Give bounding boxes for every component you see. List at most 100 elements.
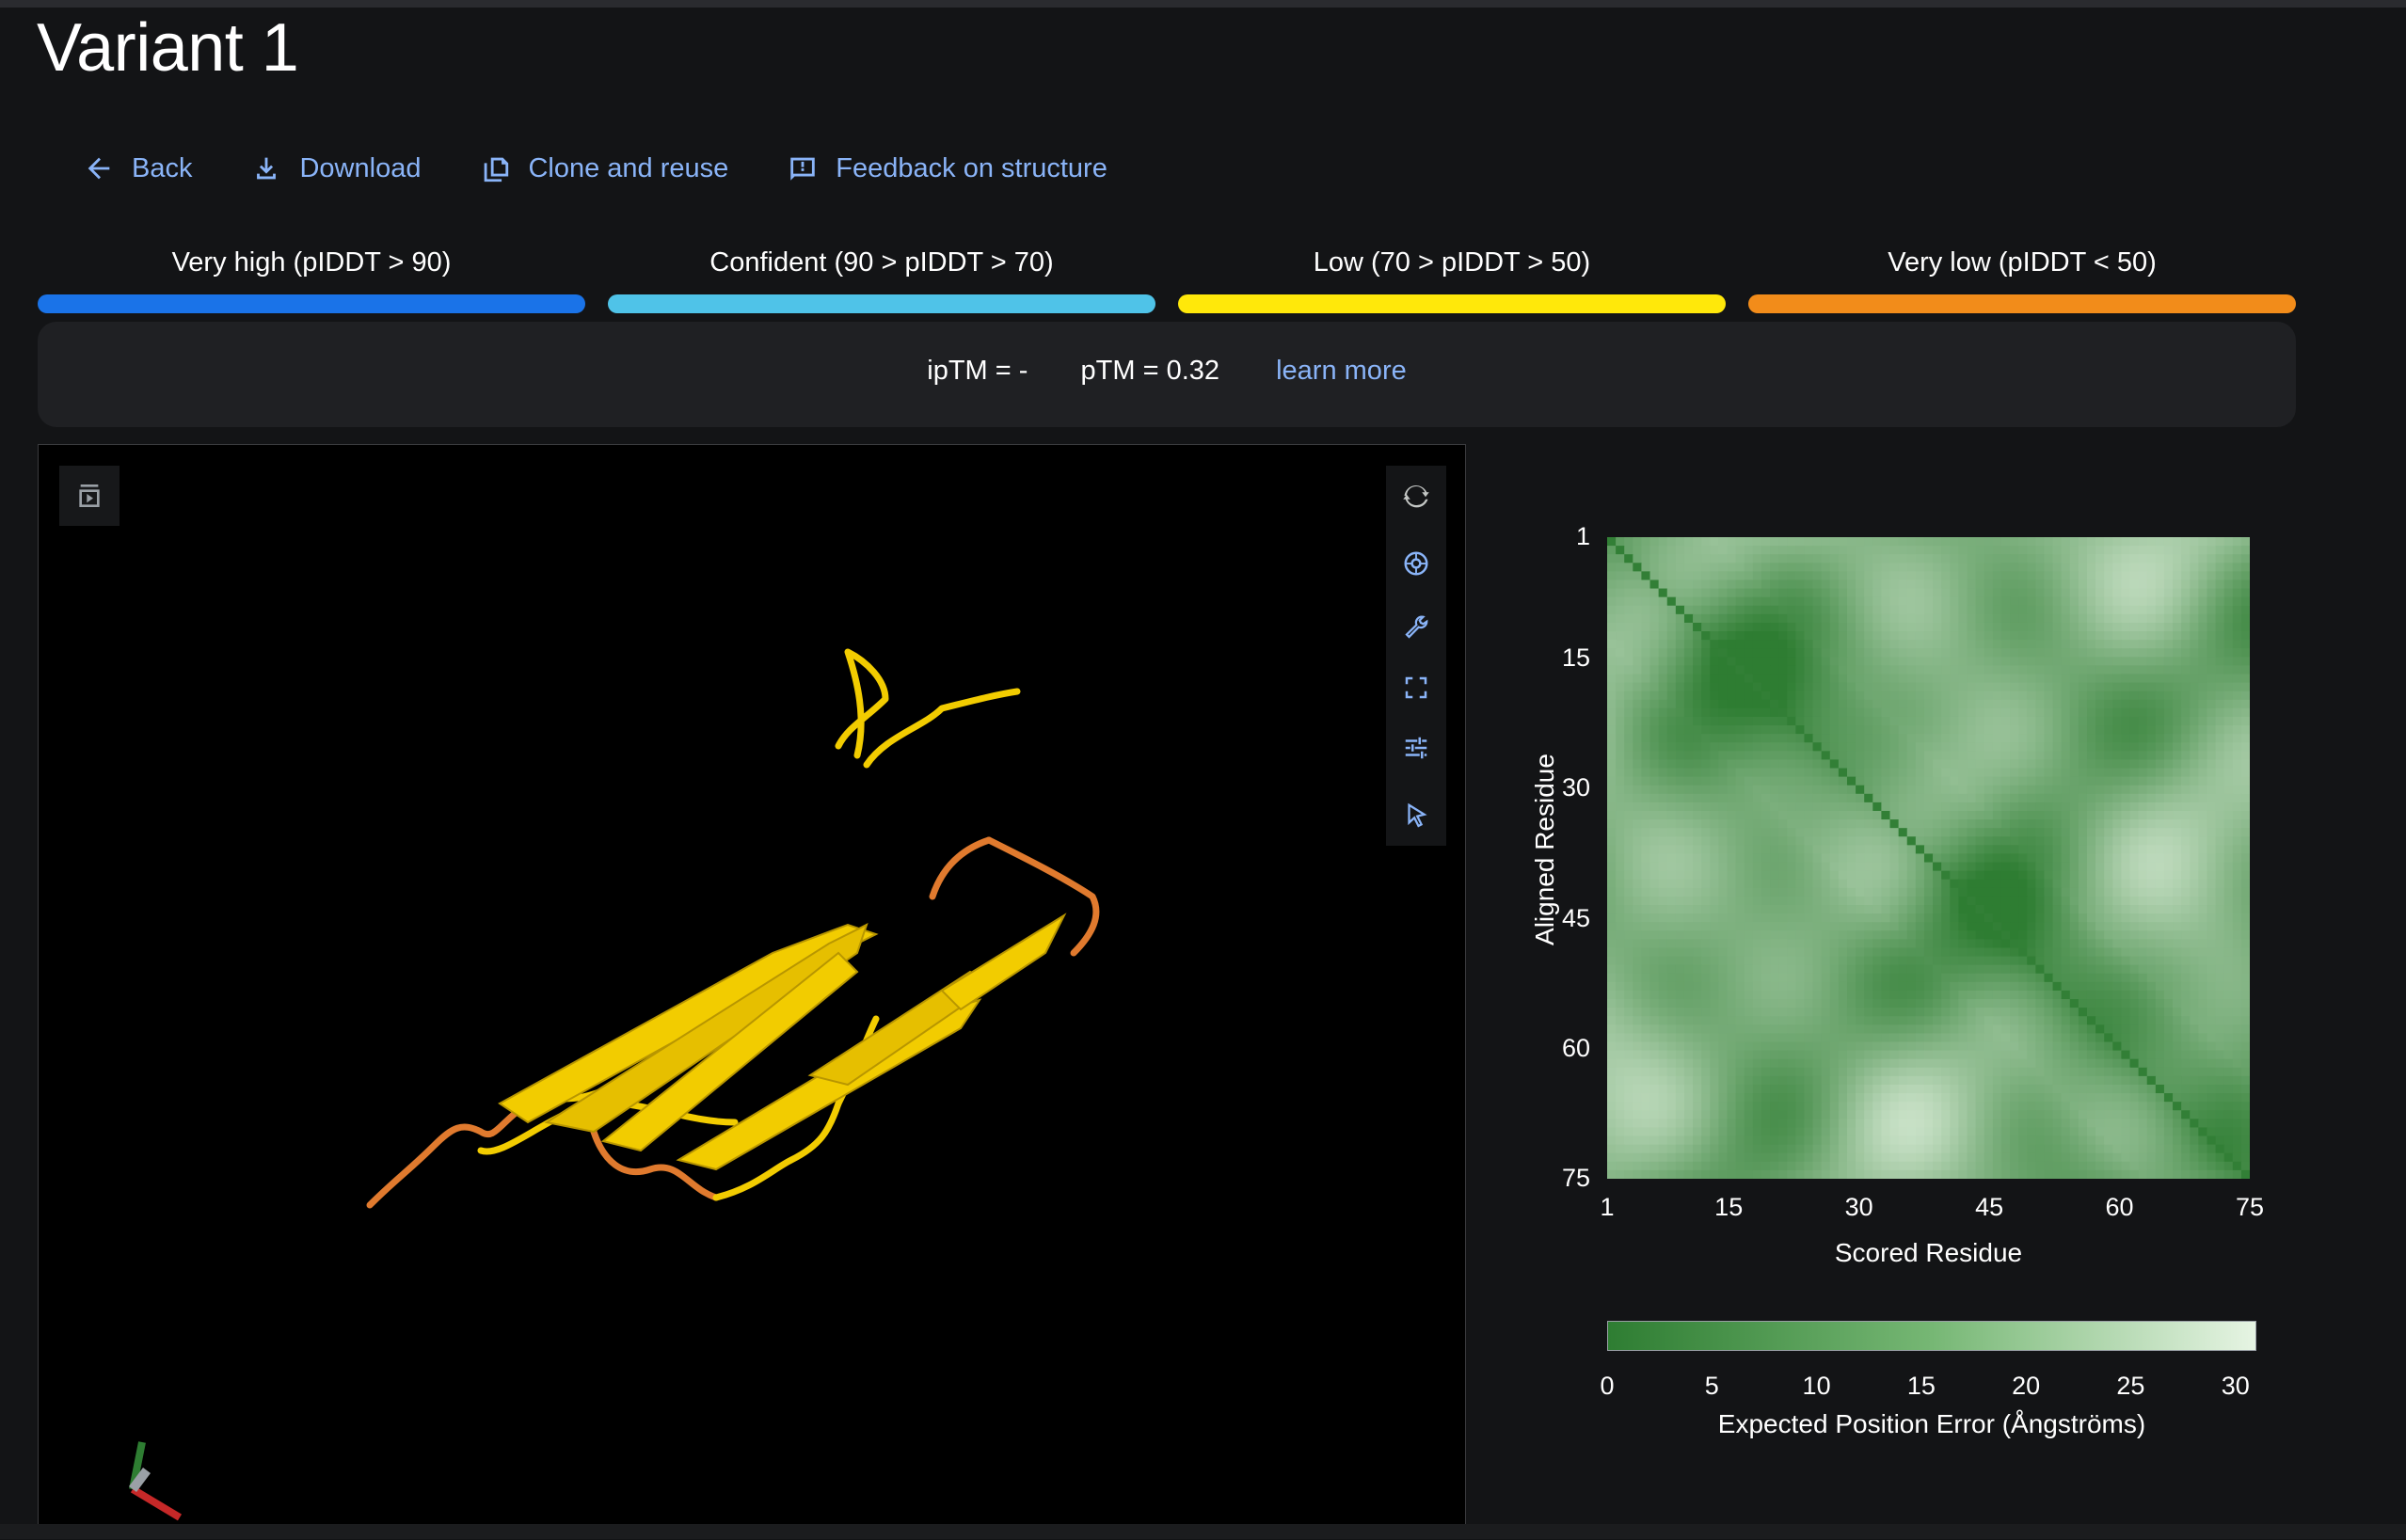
- heatmap-cell: [2027, 786, 2036, 795]
- heatmap-cell: [1907, 537, 1917, 547]
- back-button[interactable]: Back: [83, 152, 192, 184]
- heatmap-cell: [1847, 648, 1856, 658]
- heatmap-cell: [2001, 1051, 2011, 1060]
- heatmap-cell: [1847, 1016, 1856, 1025]
- heatmap-cell: [1822, 957, 1831, 966]
- heatmap-cell: [1659, 777, 1668, 786]
- heatmap-cell: [1933, 1033, 1942, 1042]
- heatmap-cell: [2018, 786, 2028, 795]
- heatmap-cell: [1822, 571, 1831, 580]
- heatmap-cell: [1899, 1033, 1908, 1042]
- structure-viewer[interactable]: [38, 444, 1466, 1539]
- heatmap-cell: [1881, 794, 1890, 803]
- heatmap-cell: [1830, 742, 1840, 752]
- heatmap-cell: [1984, 888, 1994, 897]
- heatmap-cell: [2233, 811, 2242, 820]
- heatmap-cell: [1907, 786, 1917, 795]
- heatmap-cell: [1745, 606, 1754, 615]
- heatmap-cell: [1872, 1085, 1882, 1094]
- heatmap-cell: [1967, 665, 1976, 675]
- heatmap-cell: [2095, 991, 2105, 1000]
- heatmap-cell: [2173, 880, 2182, 889]
- heatmap-cell: [2216, 853, 2225, 863]
- heatmap-cell: [1813, 751, 1823, 760]
- heatmap-cell: [2112, 563, 2122, 572]
- heatmap-cell: [2181, 939, 2191, 948]
- heatmap-cell: [1950, 1051, 1959, 1060]
- heatmap-cell: [2164, 691, 2174, 701]
- heatmap-cell: [1976, 700, 1985, 709]
- heatmap-cell: [1676, 777, 1685, 786]
- heatmap-cell: [1778, 1033, 1788, 1042]
- heatmap-cell: [1916, 965, 1925, 975]
- heatmap-cell: [2181, 631, 2191, 641]
- heatmap-cell: [1976, 794, 1985, 803]
- heatmap-cell: [2035, 777, 2045, 786]
- heatmap-cell: [1941, 957, 1951, 966]
- heatmap-cell: [1616, 648, 1625, 658]
- pae-heatmap[interactable]: [1607, 537, 2250, 1179]
- heatmap-cell: [1718, 751, 1728, 760]
- heatmap-cell: [1950, 546, 1959, 555]
- heatmap-cell: [2207, 1033, 2216, 1042]
- heatmap-cell: [1676, 786, 1685, 795]
- heatmap-cell: [1993, 991, 2002, 1000]
- heatmap-cell: [2010, 863, 2019, 872]
- heatmap-cell: [1830, 546, 1840, 555]
- heatmap-cell: [1727, 888, 1736, 897]
- heatmap-cell: [1795, 665, 1805, 675]
- heatmap-cell: [2079, 546, 2088, 555]
- heatmap-cell: [1916, 1024, 1925, 1034]
- heatmap-cell: [2087, 863, 2096, 872]
- heatmap-cell: [2173, 853, 2182, 863]
- feedback-button[interactable]: Feedback on structure: [787, 152, 1107, 184]
- heatmap-cell: [2181, 930, 2191, 940]
- heatmap-cell: [1710, 957, 1719, 966]
- learn-more-link[interactable]: learn more: [1276, 356, 1407, 387]
- heatmap-cell: [1864, 631, 1873, 641]
- heatmap-cell: [2130, 982, 2140, 992]
- heatmap-cell: [1924, 1042, 1934, 1052]
- heatmap-cell: [2198, 554, 2207, 564]
- heatmap-cell: [1701, 811, 1711, 820]
- heatmap-cell: [1872, 836, 1882, 846]
- heatmap-cell: [2181, 597, 2191, 607]
- download-button[interactable]: Download: [250, 152, 421, 184]
- heatmap-cell: [2181, 1042, 2191, 1052]
- clone-and-reuse-button[interactable]: Clone and reuse: [479, 152, 728, 184]
- heatmap-cell: [2001, 888, 2011, 897]
- heatmap-cell: [1907, 965, 1917, 975]
- heatmap-cell: [1967, 939, 1976, 948]
- heatmap-cell: [2181, 897, 2191, 906]
- heatmap-cell: [1856, 991, 1865, 1000]
- heatmap-cell: [1770, 665, 1779, 675]
- heatmap-cell: [1864, 939, 1873, 948]
- heatmap-cell: [1950, 863, 1959, 872]
- heatmap-cell: [1933, 786, 1942, 795]
- heatmap-cell: [1984, 742, 1994, 752]
- heatmap-cell: [2207, 957, 2216, 966]
- heatmap-cell: [2087, 769, 2096, 778]
- heatmap-cell: [1633, 631, 1642, 641]
- heatmap-cell: [1804, 819, 1813, 829]
- heatmap-cell: [2147, 845, 2157, 854]
- heatmap-cell: [1950, 640, 1959, 649]
- heatmap-cell: [2121, 631, 2130, 641]
- heatmap-cell: [1761, 1085, 1771, 1094]
- heatmap-cell: [2164, 657, 2174, 666]
- heatmap-cell: [2027, 554, 2036, 564]
- heatmap-cell: [2190, 700, 2199, 709]
- heatmap-cell: [2001, 769, 2011, 778]
- heatmap-cell: [2198, 665, 2207, 675]
- heatmap-cell: [1890, 922, 1900, 931]
- heatmap-cell: [2035, 665, 2045, 675]
- heatmap-cell: [1907, 759, 1917, 769]
- heatmap-cell: [2190, 930, 2199, 940]
- heatmap-cell: [2104, 734, 2113, 743]
- heatmap-cell: [2018, 717, 2028, 726]
- heatmap-cell: [1633, 606, 1642, 615]
- legend-confident: Confident (90 > pIDDT > 70): [608, 246, 1155, 313]
- heatmap-cell: [2121, 1016, 2130, 1025]
- plddt-legend: Very high (pIDDT > 90) Confident (90 > p…: [38, 246, 2296, 309]
- heatmap-cell: [2147, 1008, 2157, 1017]
